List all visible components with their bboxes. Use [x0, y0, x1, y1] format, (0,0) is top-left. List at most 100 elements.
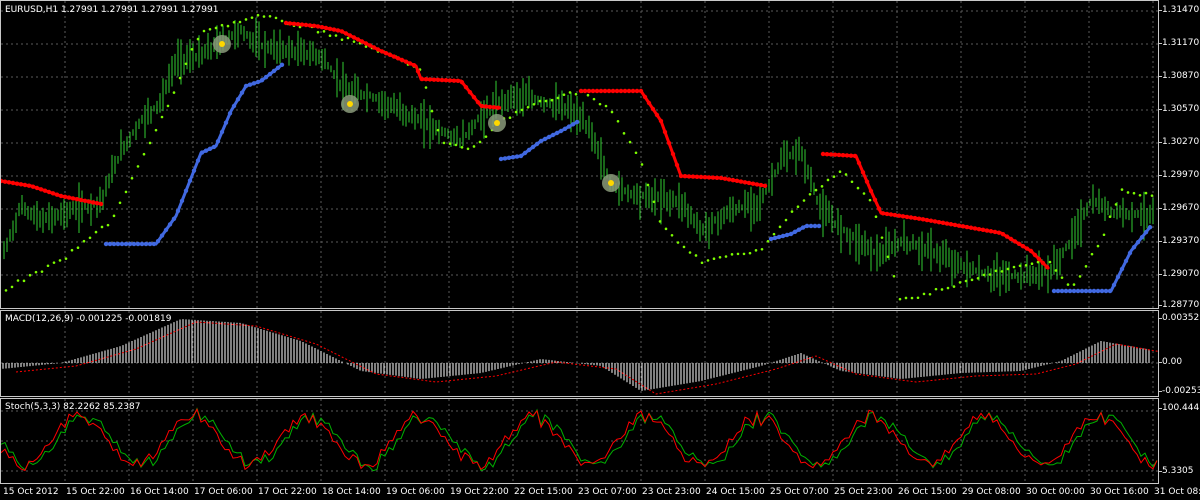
sar-dot: [1084, 265, 1088, 268]
sar-dot: [694, 254, 698, 257]
sar-dot: [334, 34, 338, 37]
sar-dot: [994, 269, 998, 273]
resistance-line-dot: [848, 153, 854, 158]
signal-marker-core-icon: [494, 120, 500, 126]
sar-dot: [922, 292, 926, 296]
resistance-line-dot: [1020, 244, 1026, 249]
support-line-dot: [1063, 288, 1069, 294]
sar-dot: [160, 115, 164, 119]
resistance-line-dot: [654, 112, 660, 118]
sar-dot: [352, 40, 356, 43]
support-line-dot: [259, 78, 265, 83]
support-line-dot: [167, 222, 173, 227]
sar-dot: [886, 255, 890, 259]
resistance-line-dot: [670, 151, 676, 157]
support-line-dot: [115, 241, 121, 247]
resistance-line-dot: [610, 88, 616, 94]
resistance-line-dot: [315, 24, 321, 29]
resistance-line-dot: [74, 197, 80, 202]
resistance-line-dot: [968, 225, 974, 230]
support-line-dot: [219, 129, 225, 135]
sar-dot: [82, 239, 86, 243]
macd-pane[interactable]: MACD(12,26,9) -0.001225 -0.001819: [0, 310, 1159, 397]
sar-dot: [1048, 260, 1052, 264]
sar-dot: [1114, 203, 1118, 206]
sar-dot: [976, 276, 980, 280]
macd-axis: 0.00352 0.00 -0.002536: [1158, 310, 1200, 397]
resistance-line-dot: [1004, 234, 1010, 239]
stochastic-label: Stoch(5,3,3) 82.2262 85.2387: [5, 402, 141, 412]
sar-dot: [646, 183, 650, 187]
support-line-dot: [119, 241, 125, 247]
support-line: [106, 62, 284, 246]
support-line-dot: [251, 81, 257, 86]
sar-dot: [898, 297, 902, 301]
support-line-dot: [267, 71, 273, 77]
resistance-line-dot: [435, 77, 441, 83]
sar-dot: [934, 287, 938, 291]
resistance-line-dot: [22, 182, 28, 188]
time-tick: 26 Oct 15:00: [898, 487, 957, 497]
resistance-line-dot: [892, 212, 898, 218]
sar-dot: [124, 190, 128, 194]
signal-marker-core-icon: [608, 180, 614, 186]
sar-dot: [22, 279, 26, 283]
resistance-line-dot: [62, 194, 68, 199]
resistance-line-dot: [840, 153, 846, 158]
support-line-dot: [570, 122, 576, 127]
support-line-dot: [1123, 258, 1129, 264]
sar-dot: [736, 252, 740, 256]
support-line-dot: [151, 241, 157, 247]
sar-dot: [280, 19, 284, 23]
sar-dot: [1108, 215, 1112, 219]
support-line-dot: [522, 150, 528, 156]
support-line-dot: [255, 79, 261, 85]
sar-dot: [874, 215, 878, 219]
support-line-dot: [1143, 230, 1149, 235]
resistance-line-dot: [1016, 241, 1022, 246]
stochastic-pane[interactable]: Stoch(5,3,3) 82.2262 85.2387: [0, 398, 1159, 484]
support-line-dot: [574, 119, 580, 125]
sar-dot: [658, 220, 662, 223]
support-line-dot: [191, 168, 197, 173]
sar-dot: [16, 279, 20, 282]
macd-tick: 0.00: [1158, 357, 1183, 367]
sar-dot: [478, 140, 482, 144]
resistance-line-dot: [690, 174, 696, 179]
resistance-line-dot: [964, 224, 970, 230]
macd-signal-line: [15, 321, 1158, 395]
resistance-line-dot: [726, 177, 732, 182]
resistance-line-dot: [928, 218, 934, 223]
price-chart-pane[interactable]: EURUSD,H1 1.27991 1.27991 1.27991 1.2799…: [0, 0, 1159, 309]
sar-dot: [454, 143, 458, 147]
resistance-line-dot: [658, 118, 664, 124]
sar-dot: [328, 34, 332, 38]
sar-dot: [916, 296, 920, 300]
support-line-dot: [1139, 235, 1145, 240]
sar-dot: [1078, 275, 1082, 278]
resistance-line-dot: [630, 88, 636, 94]
support-line-dot: [792, 229, 798, 235]
sar-dot: [214, 26, 218, 30]
support-line-dot: [103, 241, 109, 247]
time-tick: 17 Oct 22:00: [258, 487, 317, 497]
sar-dot: [868, 198, 872, 202]
support-line-dot: [502, 156, 508, 161]
resistance-line-dot: [666, 140, 672, 146]
sar-dot: [322, 30, 326, 33]
support-line-dot: [772, 235, 778, 241]
support-line-dot: [526, 147, 532, 153]
resistance-line-dot: [1012, 239, 1018, 244]
sar-dot: [202, 29, 206, 33]
sar-dot: [1132, 191, 1136, 195]
support-line-dot: [171, 216, 177, 221]
resistance-line-dot: [82, 198, 88, 203]
sar-dot: [532, 102, 536, 106]
resistance-line-dot: [78, 197, 84, 203]
sar-dot: [652, 200, 656, 204]
sar-dot: [154, 128, 158, 132]
sar-dot: [706, 259, 710, 262]
resistance-line-dot: [750, 181, 756, 186]
price-tick: 1.29070: [1158, 269, 1200, 279]
sar-dot: [616, 119, 620, 123]
